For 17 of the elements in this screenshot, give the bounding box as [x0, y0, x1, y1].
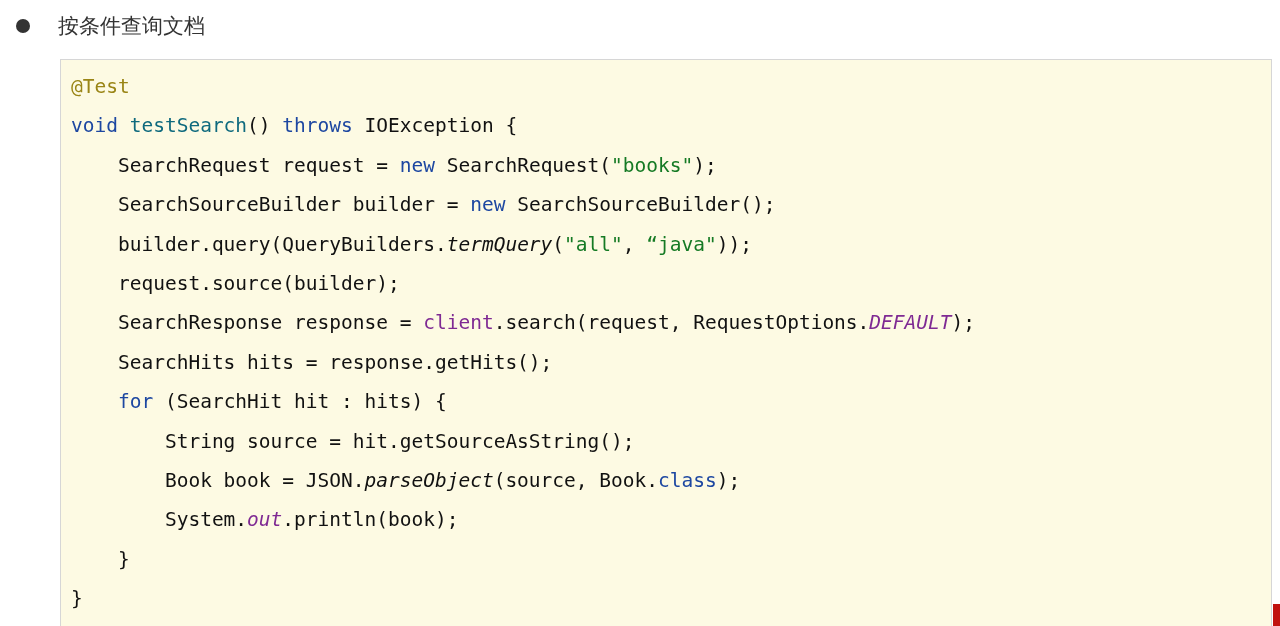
section-heading: 按条件查询文档	[58, 13, 205, 41]
code-line: }	[116, 546, 130, 573]
code-line: SearchRequest request = new SearchRequest("books");	[116, 152, 717, 179]
code-line: @Test	[71, 73, 130, 100]
code-line: SearchResponse response = client.search(request, RequestOptions.DEFAULT);	[116, 310, 975, 337]
code-line: for (SearchHit hit : hits) {	[116, 389, 447, 416]
code-line: builder.query(QueryBuilders.termQuery("all", “java"));	[116, 231, 752, 258]
code-line: request.source(builder);	[116, 270, 400, 297]
scroll-marker	[1273, 604, 1280, 626]
bullet-icon	[16, 19, 30, 34]
code-line: }	[71, 586, 83, 613]
code-line: String source = hit.getSourceAsString();	[163, 428, 635, 455]
code-line: SearchHits hits = response.getHits();	[116, 349, 553, 376]
code-line: void testSearch() throws IOException {	[71, 113, 518, 140]
code-line: Book book = JSON.parseObject(source, Book.class);	[163, 467, 741, 494]
code-line: System.out.println(book);	[163, 507, 459, 534]
code-line: SearchSourceBuilder builder = new SearchSourceBuilder();	[116, 192, 776, 219]
